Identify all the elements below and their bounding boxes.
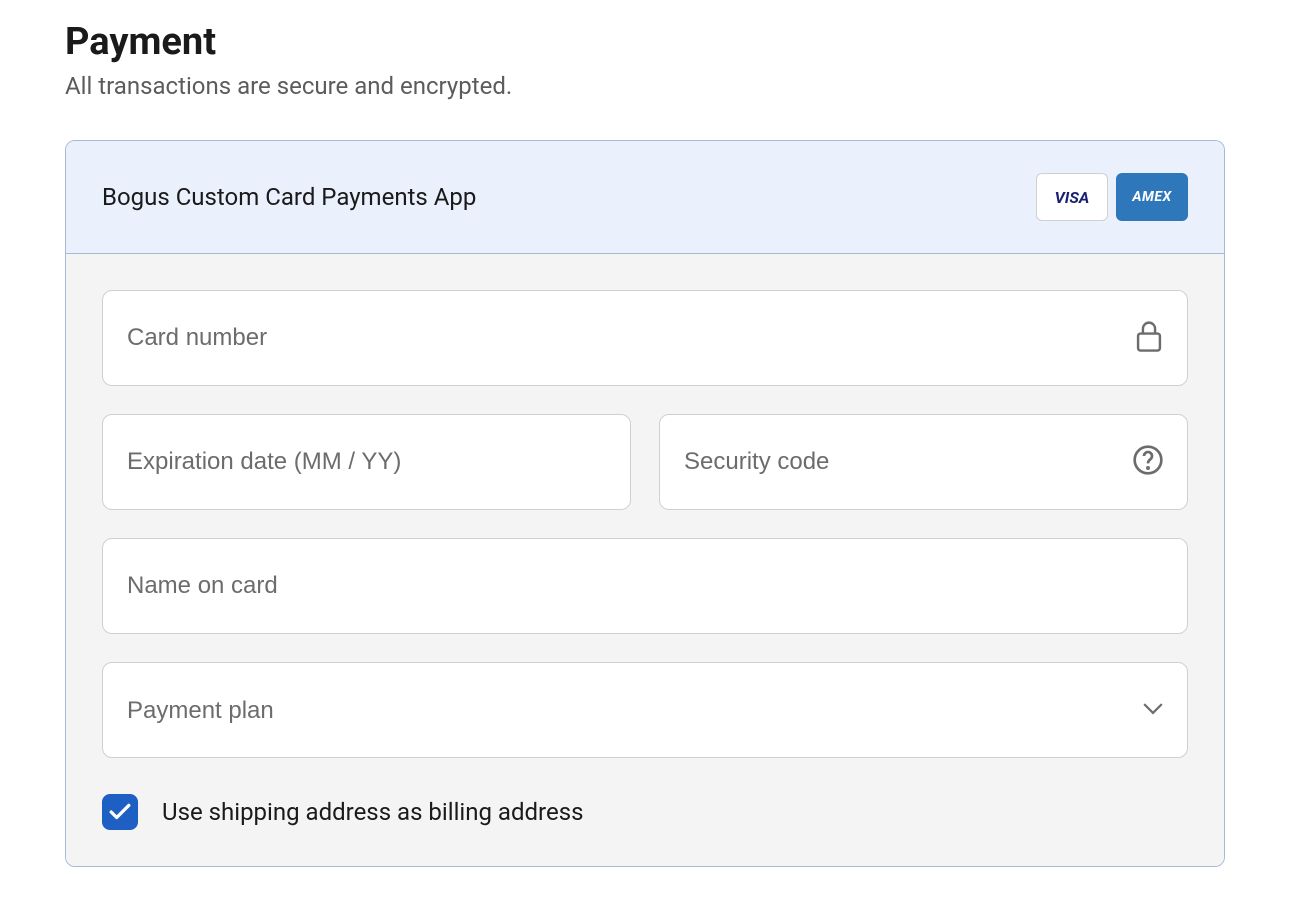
name-on-card-input[interactable] — [102, 538, 1188, 634]
security-code-input[interactable] — [659, 414, 1188, 510]
payment-method-name: Bogus Custom Card Payments App — [102, 183, 476, 211]
billing-address-checkbox[interactable] — [102, 794, 138, 830]
payment-title: Payment — [65, 20, 1225, 64]
help-icon[interactable] — [1132, 444, 1164, 480]
card-brand-visa-icon: VISA — [1036, 173, 1108, 221]
payment-form-body: Payment plan Use shipping address as bil… — [66, 254, 1224, 866]
billing-address-checkbox-label[interactable]: Use shipping address as billing address — [162, 798, 583, 826]
card-brands: VISA AMEX — [1036, 173, 1188, 221]
payment-card: Bogus Custom Card Payments App VISA AMEX — [65, 140, 1225, 867]
expiration-date-input[interactable] — [102, 414, 631, 510]
payment-plan-select[interactable]: Payment plan — [102, 662, 1188, 758]
card-number-input[interactable] — [102, 290, 1188, 386]
payment-subtitle: All transactions are secure and encrypte… — [65, 72, 1225, 100]
payment-method-header: Bogus Custom Card Payments App VISA AMEX — [66, 141, 1224, 254]
card-brand-amex-icon: AMEX — [1116, 173, 1188, 221]
check-icon — [109, 803, 131, 821]
